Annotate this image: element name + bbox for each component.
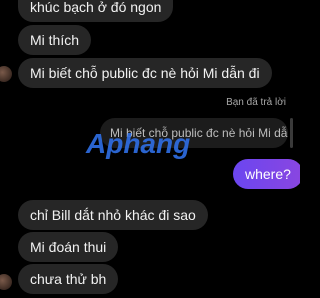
incoming-message[interactable]: khúc bạch ở đó ngon bbox=[18, 0, 174, 22]
incoming-message[interactable]: chưa thử bh bbox=[18, 264, 119, 294]
chat-screen: khúc bạch ở đó ngon Mi thích Mi biết chỗ… bbox=[0, 0, 300, 298]
incoming-message[interactable]: Mi đoán thui bbox=[18, 232, 119, 262]
watermark-logo: Aphang bbox=[86, 128, 191, 159]
reply-indicator-bar bbox=[290, 118, 293, 148]
incoming-message[interactable]: Mi thích bbox=[18, 25, 92, 55]
contact-avatar[interactable] bbox=[0, 274, 12, 290]
contact-avatar[interactable] bbox=[0, 66, 12, 82]
incoming-message[interactable]: Mi biết chỗ public đc nè hỏi Mi dẫn đi bbox=[18, 58, 272, 88]
incoming-message[interactable]: chỉ Bill dắt nhỏ khác đi sao bbox=[18, 200, 208, 230]
outgoing-message[interactable]: where? bbox=[233, 159, 300, 189]
reply-label: Bạn đã trả lời bbox=[226, 97, 286, 108]
